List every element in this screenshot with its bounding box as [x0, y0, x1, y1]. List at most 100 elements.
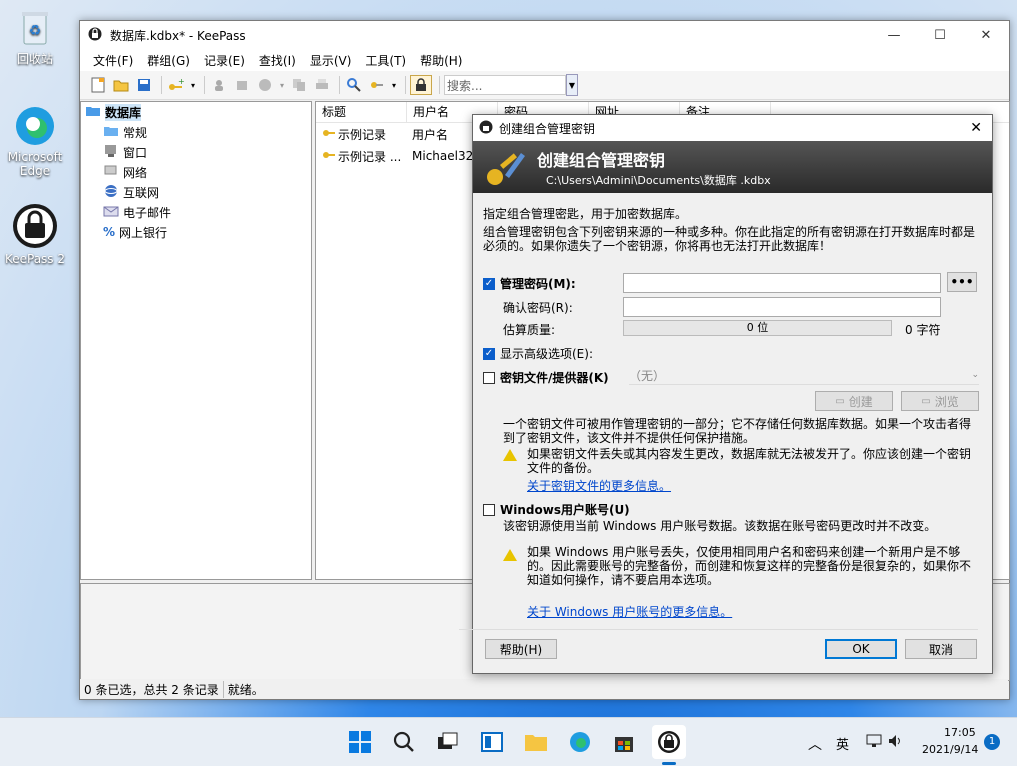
menu-entry[interactable]: 记录(E): [197, 52, 252, 69]
tree-node-network[interactable]: 网络: [81, 162, 311, 182]
task-view-icon[interactable]: [434, 728, 462, 756]
master-password-input[interactable]: [623, 273, 941, 293]
menu-find[interactable]: 查找(I): [252, 52, 303, 69]
globe-icon: [103, 184, 119, 201]
dropdown-arrow-icon[interactable]: ▾: [278, 76, 286, 94]
new-database-icon[interactable]: [88, 76, 108, 94]
row-title-cell: 示例记录 ...: [316, 148, 406, 165]
tray-chevron-up-icon[interactable]: ︿: [808, 734, 822, 754]
store-icon[interactable]: [610, 728, 638, 756]
keyfile-row: 密钥文件/提供器(K): [483, 369, 609, 386]
clock-time[interactable]: 17:05: [944, 726, 976, 739]
keyfile-checkbox[interactable]: [483, 371, 495, 384]
recycle-bin-desktop-icon[interactable]: ♻ 回收站: [0, 8, 70, 67]
create-keyfile-button[interactable]: ▭ 创建: [815, 391, 893, 411]
tree-node-banking[interactable]: % 网上银行: [81, 222, 311, 242]
master-password-checkbox[interactable]: ✓: [483, 277, 495, 290]
print-icon[interactable]: [312, 76, 332, 94]
open-folder-icon[interactable]: [111, 76, 131, 94]
open-url-icon[interactable]: [255, 76, 275, 94]
create-keyfile-label: 创建: [848, 394, 873, 409]
start-button[interactable]: [346, 728, 374, 756]
clock-date[interactable]: 2021/9/14: [922, 743, 978, 756]
keyfile-value: （无）: [629, 368, 666, 383]
column-header-title[interactable]: 标题: [316, 102, 407, 122]
windows-warning: 如果 Windows 用户账号丢失，仅使用相同用户名和密码来创建一个新用户是不够…: [527, 545, 972, 587]
find-icon[interactable]: [344, 76, 364, 94]
search-icon[interactable]: [390, 728, 418, 756]
menu-view[interactable]: 显示(V): [303, 52, 359, 69]
copy-username-icon[interactable]: [209, 76, 229, 94]
ok-button[interactable]: OK: [825, 639, 897, 659]
create-icon: ▭: [835, 395, 845, 407]
tree-label: 数据库: [105, 103, 142, 121]
cancel-button[interactable]: 取消: [905, 639, 977, 659]
maximize-button[interactable]: ☐: [917, 21, 963, 49]
show-password-button[interactable]: •••: [947, 272, 977, 292]
master-password-row: ✓ 管理密码(M):: [483, 275, 576, 292]
copy-entry-icon[interactable]: [289, 76, 309, 94]
input-language[interactable]: 英: [836, 734, 849, 753]
edge-taskbar-icon[interactable]: [566, 728, 594, 756]
menu-tools[interactable]: 工具(T): [358, 52, 413, 69]
file-explorer-icon[interactable]: [522, 728, 550, 756]
keepass-taskbar-icon[interactable]: [652, 725, 686, 759]
windows-info-link[interactable]: 关于 Windows 用户账号的更多信息。: [527, 603, 732, 620]
create-master-key-dialog: 创建组合管理密钥 ✕ 创建组合管理密钥 C:\Users\Admini\Docu…: [459, 114, 993, 674]
keyfile-label: 密钥文件/提供器(K): [500, 371, 609, 385]
menu-help[interactable]: 帮助(H): [413, 52, 469, 69]
dialog-title-bar[interactable]: 创建组合管理密钥 ✕: [473, 115, 992, 141]
add-entry-key-icon[interactable]: +: [166, 76, 186, 94]
percent-icon: %: [103, 225, 116, 239]
tree-node-general[interactable]: 常规: [81, 122, 311, 142]
volume-icon[interactable]: [888, 734, 904, 751]
keepass-desktop-icon[interactable]: KeePass 2: [0, 202, 70, 266]
search-input[interactable]: 搜索...: [444, 75, 566, 95]
banner-path: C:\Users\Admini\Documents\数据库 .kdbx: [546, 174, 771, 187]
show-advanced-label: 显示高级选项(E):: [500, 347, 593, 361]
show-advanced-checkbox[interactable]: ✓: [483, 347, 495, 360]
dialog-lock-icon: [479, 120, 493, 137]
keepass-label: KeePass 2: [4, 252, 66, 266]
menu-file[interactable]: 文件(F): [86, 52, 140, 69]
quality-label: 估算质量:: [503, 323, 556, 337]
dialog-title: 创建组合管理密钥: [499, 121, 596, 136]
menu-group[interactable]: 群组(G): [140, 52, 197, 69]
close-button[interactable]: ✕: [963, 21, 1009, 49]
help-button[interactable]: 帮助(H): [485, 639, 557, 659]
save-icon[interactable]: [134, 76, 154, 94]
window-icon: [103, 144, 119, 161]
notification-badge[interactable]: 1: [984, 734, 1000, 750]
dropdown-arrow-icon[interactable]: ▾: [390, 76, 398, 94]
minimize-button[interactable]: —: [871, 21, 917, 49]
tree-node-database[interactable]: 数据库: [81, 102, 311, 122]
tree-node-windows[interactable]: 窗口: [81, 142, 311, 162]
tree-node-email[interactable]: 电子邮件: [81, 202, 311, 222]
tree-label: 网上银行: [119, 225, 168, 240]
copy-password-icon[interactable]: [232, 76, 252, 94]
dropdown-arrow-icon[interactable]: ▾: [189, 76, 197, 94]
browse-keyfile-button[interactable]: ▭ 浏览: [901, 391, 979, 411]
entry-title: 示例记录 ...: [338, 149, 402, 164]
edge-desktop-icon[interactable]: Microsoft Edge: [0, 104, 70, 178]
quality-chars: 0 字符: [905, 323, 941, 337]
entry-tools-icon[interactable]: [367, 76, 387, 94]
toolbar: + ▾ ▾ ▾ 搜索... ▼: [80, 71, 1009, 100]
widgets-icon[interactable]: [478, 728, 506, 756]
lock-workspace-icon[interactable]: [410, 75, 432, 95]
dialog-close-button[interactable]: ✕: [970, 120, 982, 136]
confirm-password-input[interactable]: [623, 297, 941, 317]
windows-account-checkbox[interactable]: [483, 503, 495, 516]
quality-bar: 0 位: [623, 320, 892, 336]
keyfile-select[interactable]: （无） ⌄: [629, 366, 979, 385]
windows-account-label: Windows用户账号(U): [500, 503, 630, 517]
group-tree: 数据库 常规 窗口 网络 互联网 电子邮件 % 网上银行: [80, 101, 312, 580]
tree-node-internet[interactable]: 互联网: [81, 182, 311, 202]
search-dropdown-button[interactable]: ▼: [566, 74, 578, 96]
keyfile-description: 一个密钥文件可被用作管理密钥的一部分；它不存储任何数据库数据。如果一个攻击者得到…: [503, 417, 972, 445]
description-text: 组合管理密钥包含下列密钥来源的一种或多种。你在此指定的所有密钥源在打开数据库时都…: [483, 225, 976, 253]
keyfile-info-link[interactable]: 关于密钥文件的更多信息。: [527, 477, 671, 494]
title-bar[interactable]: 数据库.kdbx* - KeePass — ☐ ✕: [80, 21, 1009, 49]
network-icon[interactable]: [866, 734, 882, 751]
quality-bits: 0 位: [746, 321, 769, 334]
